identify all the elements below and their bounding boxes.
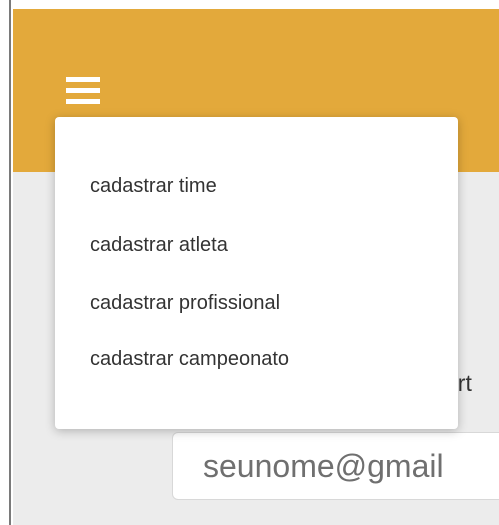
dropdown-menu: cadastrar time cadastrar atleta cadastra…: [55, 117, 458, 429]
menu-icon-bar: [66, 77, 100, 82]
window-left-edge: [0, 0, 13, 525]
top-edge: [13, 0, 499, 9]
menu-item-cadastrar-campeonato[interactable]: cadastrar campeonato: [90, 345, 289, 373]
hamburger-menu-icon[interactable]: [66, 74, 100, 108]
menu-item-cadastrar-profissional[interactable]: cadastrar profissional: [90, 289, 280, 317]
menu-icon-bar: [66, 99, 100, 104]
email-input[interactable]: [172, 432, 499, 500]
menu-item-cadastrar-atleta[interactable]: cadastrar atleta: [90, 231, 228, 259]
window-border: [9, 0, 11, 525]
menu-icon-bar: [66, 88, 100, 93]
menu-item-cadastrar-time[interactable]: cadastrar time: [90, 172, 217, 200]
